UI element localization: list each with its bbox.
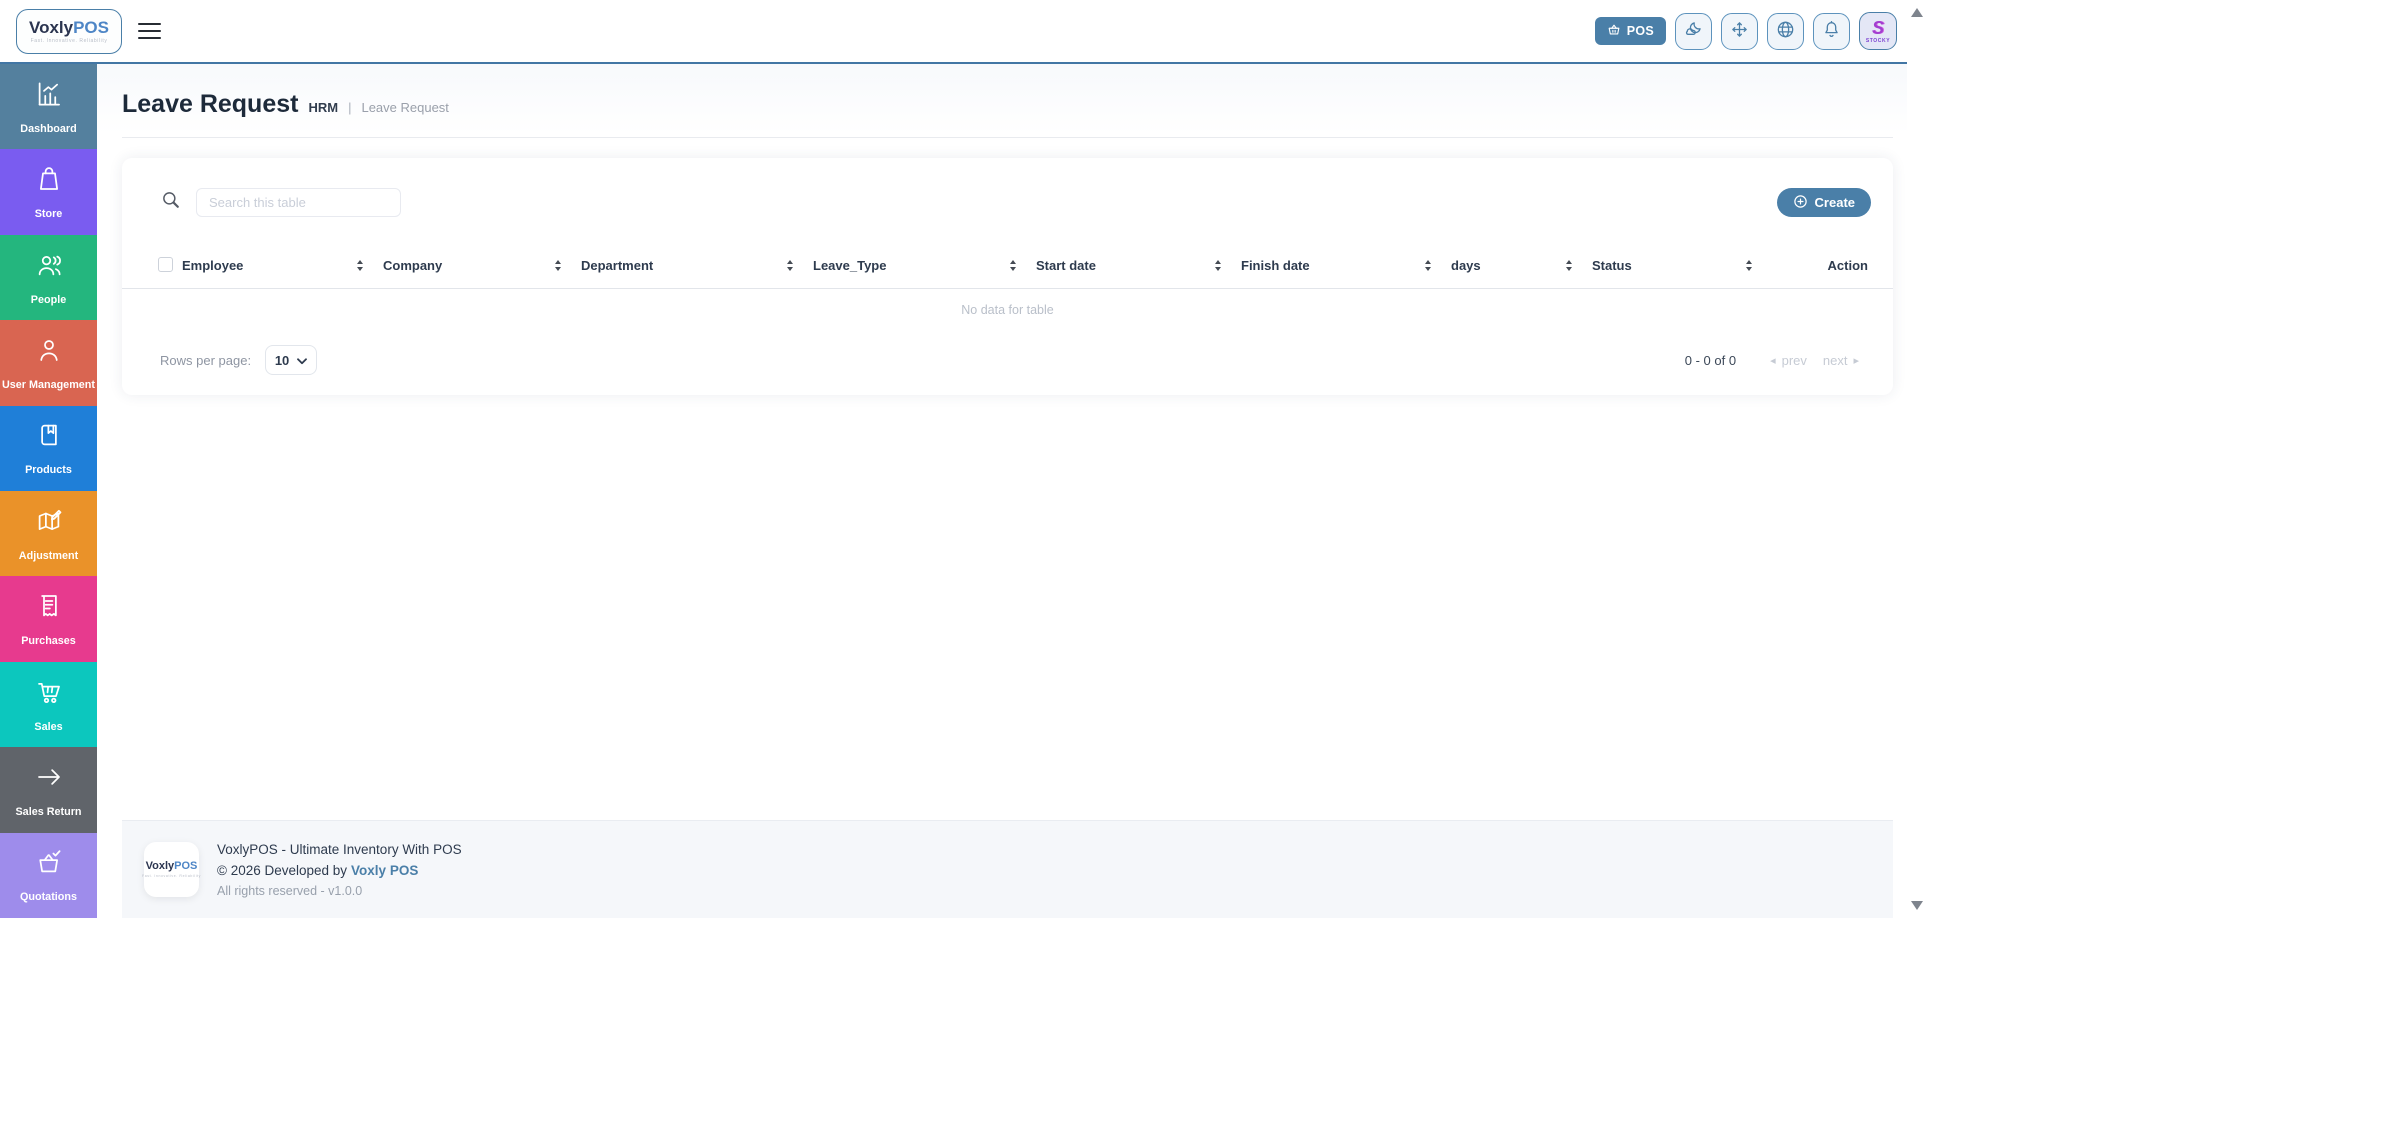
breadcrumb-current: Leave Request <box>361 100 449 115</box>
sort-icon[interactable] <box>1566 260 1572 271</box>
sort-icon[interactable] <box>1425 260 1431 271</box>
sidebar-item-products[interactable]: Products <box>0 405 97 492</box>
brand-tagline: Fast. Innovative. Reliability <box>30 37 108 44</box>
header-actions: POS S STOCKY <box>1594 12 1897 50</box>
receipt-icon <box>34 591 64 626</box>
scroll-up-arrow[interactable] <box>1911 8 1923 17</box>
column-header-days[interactable]: days <box>1451 258 1592 273</box>
leave-request-card: Create Employee Company Department <box>122 158 1893 395</box>
prev-arrow-icon: ◂ <box>1770 354 1776 367</box>
notifications-button[interactable] <box>1813 12 1850 50</box>
prev-page-button[interactable]: ◂ prev <box>1770 353 1807 368</box>
footer-line1: VoxlyPOS - Ultimate Inventory With POS <box>217 841 462 857</box>
arrow-right-icon <box>34 762 64 797</box>
next-page-button[interactable]: next ▸ <box>1823 353 1859 368</box>
menu-toggle[interactable] <box>138 22 161 40</box>
top-header: VoxlyPOS Fast. Innovative. Reliability P… <box>0 0 1907 64</box>
basket-icon <box>1607 23 1621 40</box>
sidebar-item-purchases[interactable]: Purchases <box>0 576 97 662</box>
expand-arrows-icon <box>1729 19 1750 43</box>
plus-circle-icon <box>1793 194 1808 212</box>
page-title: Leave Request <box>122 90 299 118</box>
footer-line3: All rights reserved - v1.0.0 <box>217 883 363 898</box>
table-pagination: Rows per page: 10 0 - 0 of 0 ◂ prev next… <box>122 329 1893 395</box>
moon-cloud-icon <box>1683 19 1704 43</box>
column-header-start-date[interactable]: Start date <box>1036 258 1241 273</box>
app-window: VoxlyPOS Fast. Innovative. Reliability P… <box>0 0 1929 918</box>
globe-icon <box>1775 19 1796 43</box>
sidebar-item-user-management[interactable]: User Management <box>0 320 97 406</box>
bell-icon <box>1821 19 1842 43</box>
column-header-leave-type[interactable]: Leave_Type <box>813 258 1036 273</box>
voxly-pos-link[interactable]: Voxly POS <box>351 863 418 878</box>
brand-logo[interactable]: VoxlyPOS Fast. Innovative. Reliability <box>16 8 122 54</box>
bar-chart-icon <box>34 79 64 114</box>
search-icon <box>160 189 182 216</box>
footer-logo: VoxlyPOS Fast. Innovative. Reliability <box>142 842 200 897</box>
brand-name: VoxlyPOS <box>29 17 109 37</box>
pos-button[interactable]: POS <box>1594 17 1666 45</box>
column-header-finish-date[interactable]: Finish date <box>1241 258 1451 273</box>
fullscreen-button[interactable] <box>1721 12 1758 50</box>
sidebar-item-quotations[interactable]: Quotations <box>0 832 97 918</box>
footer-line2: © 2026 Developed by Voxly POS <box>217 862 419 878</box>
basket-check-icon <box>34 847 64 882</box>
pagination-range: 0 - 0 of 0 <box>1684 352 1737 368</box>
rows-per-page-label: Rows per page: <box>160 352 252 368</box>
sidebar-item-people[interactable]: People <box>0 234 97 321</box>
people-group-icon <box>34 250 64 285</box>
column-header-action: Action <box>1827 258 1868 273</box>
sidebar-item-store[interactable]: Store <box>0 149 97 235</box>
sort-icon[interactable] <box>787 260 793 271</box>
create-button[interactable]: Create <box>1776 188 1871 217</box>
main-content: Leave Request HRM | Leave Request Search… <box>97 64 1907 918</box>
sort-icon[interactable] <box>1746 260 1752 271</box>
table-toolbar: Create <box>122 158 1893 243</box>
sort-icon[interactable] <box>357 260 363 271</box>
cart-icon <box>34 677 64 712</box>
shopping-bag-icon <box>34 164 64 199</box>
breadcrumb-separator: | <box>348 100 352 115</box>
language-button[interactable] <box>1767 12 1804 50</box>
rows-per-page-select[interactable]: 10 <box>265 345 318 375</box>
sort-icon[interactable] <box>1215 260 1221 271</box>
chevron-down-icon <box>297 353 308 368</box>
column-header-department[interactable]: Department <box>581 258 813 273</box>
next-arrow-icon: ▸ <box>1853 354 1859 367</box>
table-header-row: Employee Company Department Leave_Type S… <box>122 243 1893 289</box>
dark-mode-button[interactable] <box>1675 12 1712 50</box>
user-avatar[interactable]: S STOCKY <box>1859 12 1897 50</box>
column-header-company[interactable]: Company <box>383 258 581 273</box>
sort-icon[interactable] <box>1010 260 1016 271</box>
head-divider <box>122 137 1893 138</box>
user-icon <box>34 335 64 370</box>
page-head: Leave Request HRM | Leave Request <box>97 64 1907 119</box>
sidebar-item-sales[interactable]: Sales <box>0 661 97 748</box>
avatar-label: STOCKY <box>1865 37 1891 44</box>
empty-table-message: No data for table <box>961 303 1054 317</box>
sidebar-item-adjustment[interactable]: Adjustment <box>0 491 97 577</box>
map-pencil-icon <box>34 506 64 541</box>
sort-icon[interactable] <box>555 260 561 271</box>
scroll-down-arrow[interactable] <box>1911 901 1923 910</box>
sidebar-item-dashboard[interactable]: Dashboard <box>0 64 97 150</box>
stocky-logo-icon: S <box>1871 17 1884 38</box>
page-footer: VoxlyPOS Fast. Innovative. Reliability V… <box>122 820 1893 918</box>
select-all-checkbox[interactable] <box>158 256 173 272</box>
breadcrumb-section: HRM <box>308 100 339 115</box>
sidebar-item-sales-return[interactable]: Sales Return <box>0 747 97 833</box>
column-header-employee[interactable]: Employee <box>182 258 383 273</box>
sidebar: Dashboard Store People User Management P… <box>0 64 97 918</box>
book-icon <box>34 420 64 455</box>
search-input[interactable] <box>196 188 401 217</box>
column-header-status[interactable]: Status <box>1592 258 1772 273</box>
